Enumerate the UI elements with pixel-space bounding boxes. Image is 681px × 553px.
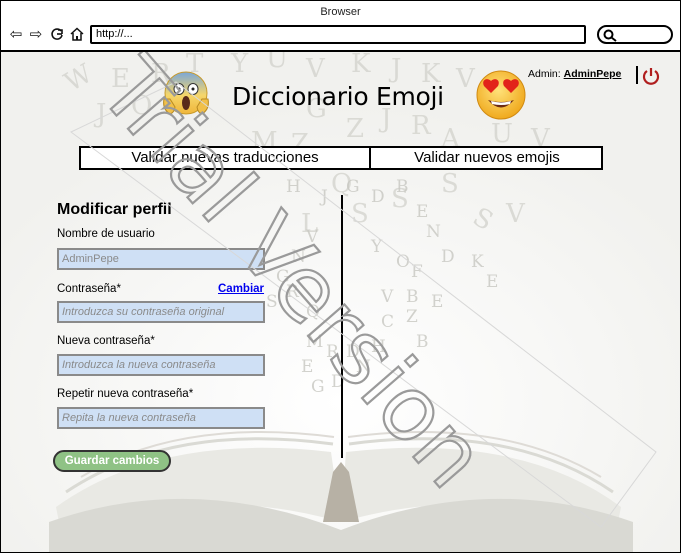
svg-text:G: G bbox=[311, 377, 325, 397]
svg-text:Z: Z bbox=[406, 307, 418, 327]
svg-text:R: R bbox=[286, 282, 300, 302]
save-changes-button[interactable]: Guardar cambios bbox=[53, 450, 171, 472]
svg-text:Y: Y bbox=[370, 237, 383, 257]
svg-text:S: S bbox=[266, 292, 278, 312]
svg-text:K: K bbox=[471, 252, 484, 272]
admin-label: Admin: bbox=[528, 68, 561, 80]
svg-text:R: R bbox=[326, 342, 340, 362]
nav-validate-translations[interactable]: Validar nuevas traducciones bbox=[81, 148, 371, 168]
page-content: W ERT YUV KJK VJO AGZ JRA UVN MZ SS VQS … bbox=[1, 52, 680, 552]
svg-text:E: E bbox=[431, 292, 443, 312]
svg-text:K: K bbox=[351, 52, 371, 79]
svg-text:O: O bbox=[396, 252, 410, 272]
svg-text:J: J bbox=[93, 99, 106, 129]
change-password-link[interactable]: Cambiar bbox=[218, 283, 264, 295]
svg-text:D: D bbox=[371, 187, 385, 207]
svg-text:J: J bbox=[388, 54, 401, 84]
svg-text:E: E bbox=[111, 64, 130, 94]
home-icon[interactable] bbox=[69, 26, 85, 42]
repeat-password-field[interactable]: Repita la nueva contraseña bbox=[57, 407, 265, 429]
back-arrow-icon[interactable]: ⇦ bbox=[8, 26, 24, 42]
main-nav: Validar nuevas traducciones Validar nuev… bbox=[79, 146, 603, 170]
svg-text:E: E bbox=[486, 272, 498, 292]
svg-text:E: E bbox=[301, 357, 313, 377]
svg-text:B: B bbox=[396, 177, 409, 197]
svg-text:N: N bbox=[356, 357, 371, 377]
header-separator bbox=[636, 66, 638, 84]
svg-text:R: R bbox=[411, 111, 432, 141]
svg-text:V: V bbox=[455, 64, 476, 94]
search-icon bbox=[603, 29, 617, 42]
svg-text:G: G bbox=[346, 177, 360, 197]
form-title: Modificar perfil bbox=[57, 201, 172, 218]
password-field[interactable]: Introduzca su contraseña original bbox=[57, 301, 265, 323]
heart-eyes-emoji-icon bbox=[476, 70, 526, 120]
svg-text:Z: Z bbox=[346, 114, 364, 144]
svg-text:V: V bbox=[305, 227, 319, 247]
svg-text:H: H bbox=[371, 337, 386, 357]
svg-text:Q: Q bbox=[306, 302, 320, 322]
svg-text:O: O bbox=[131, 91, 152, 121]
new-password-field[interactable]: Introduzca la nueva contraseña bbox=[57, 354, 265, 376]
svg-text:V: V bbox=[505, 199, 526, 229]
admin-user-link[interactable]: AdminPepe bbox=[564, 68, 622, 80]
username-field[interactable]: AdminPepe bbox=[57, 248, 265, 270]
svg-text:S: S bbox=[351, 199, 369, 229]
svg-text:U: U bbox=[266, 52, 288, 74]
window-title: Browser bbox=[320, 6, 361, 18]
forward-arrow-icon[interactable]: ⇨ bbox=[28, 26, 44, 42]
svg-text:F: F bbox=[411, 262, 423, 282]
svg-text:Y: Y bbox=[230, 52, 249, 79]
svg-text:S: S bbox=[441, 169, 459, 199]
svg-text:H: H bbox=[286, 177, 301, 197]
power-icon[interactable] bbox=[641, 66, 661, 86]
svg-text:U: U bbox=[491, 119, 513, 149]
svg-text:V: V bbox=[380, 287, 394, 307]
password-label: Contraseña* bbox=[57, 283, 121, 295]
svg-text:E: E bbox=[416, 202, 428, 222]
svg-text:N: N bbox=[426, 222, 441, 242]
svg-text:N: N bbox=[291, 247, 306, 267]
repeat-password-label: Repetir nueva contraseña* bbox=[57, 388, 194, 400]
new-password-label: Nueva contraseña* bbox=[57, 335, 155, 347]
svg-text:M: M bbox=[306, 332, 323, 352]
svg-text:D: D bbox=[441, 247, 455, 267]
browser-window: Browser ⇦ ⇨ http://... W ERT Y U V K J K… bbox=[0, 0, 681, 553]
username-label: Nombre de usuario bbox=[57, 228, 155, 240]
svg-text:B: B bbox=[416, 332, 429, 352]
browser-search-field[interactable] bbox=[597, 25, 673, 44]
nav-validate-emojis[interactable]: Validar nuevos emojis bbox=[371, 148, 603, 168]
url-bar[interactable]: http://... bbox=[90, 25, 586, 44]
refresh-icon[interactable] bbox=[49, 26, 65, 42]
admin-info: Admin: AdminPepe bbox=[528, 68, 621, 80]
screaming-face-emoji-icon bbox=[163, 71, 209, 115]
svg-text:C: C bbox=[381, 312, 394, 332]
browser-toolbar: ⇦ ⇨ http://... bbox=[1, 23, 680, 50]
svg-text:B: B bbox=[406, 287, 419, 307]
site-title: Diccionario Emoji bbox=[232, 82, 444, 111]
svg-text:J: J bbox=[319, 187, 328, 207]
content-divider bbox=[341, 195, 343, 458]
svg-text:V: V bbox=[305, 54, 326, 84]
